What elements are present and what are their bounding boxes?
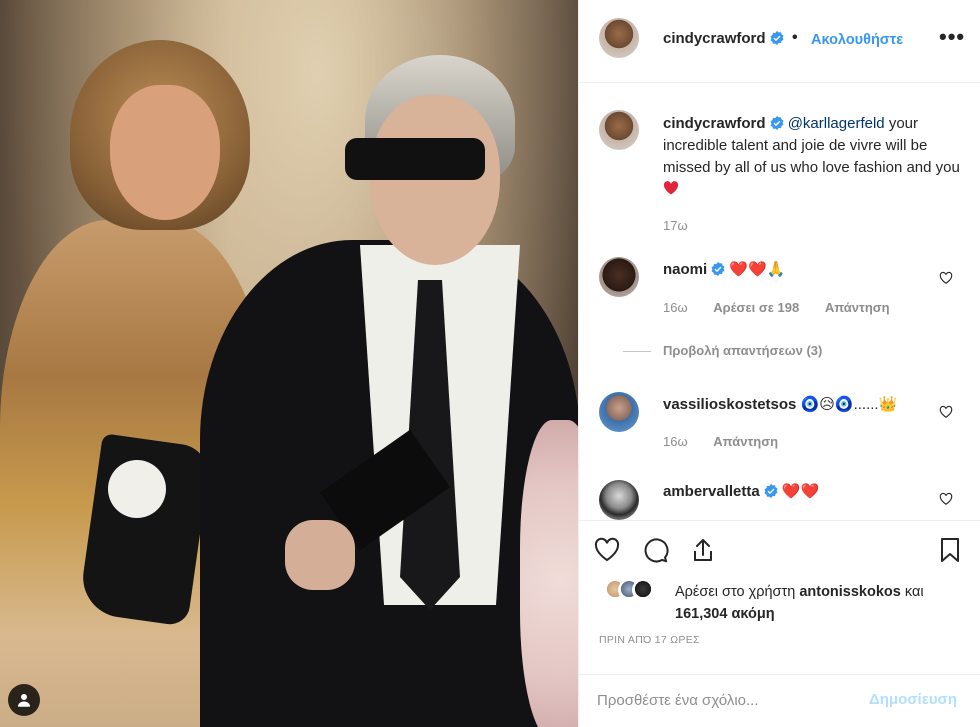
reply-button[interactable]: Απάντηση xyxy=(713,434,778,449)
likes-summary: Αρέσει στο χρήστη antonisskokos και 161,… xyxy=(675,581,975,625)
post-actions: Αρέσει στο χρήστη antonisskokos και 161,… xyxy=(579,520,980,657)
verified-badge-icon xyxy=(770,116,784,130)
like-heart-icon[interactable] xyxy=(593,536,621,564)
comments-list[interactable]: cindycrawford @karllagerfeld your incred… xyxy=(579,84,980,520)
photo-camellia xyxy=(108,460,166,518)
separator-dot: • xyxy=(792,29,798,46)
post-sidebar: cindycrawford • Ακολουθήστε ••• cindycra… xyxy=(578,0,980,727)
comment-likes[interactable]: Αρέσει σε 198 xyxy=(713,300,799,315)
comment-emoji: ❤️❤️🙏 xyxy=(729,261,786,278)
comment-meta: 16ω Απάντηση xyxy=(663,434,800,449)
comment-text: ambervalletta ❤️❤️ xyxy=(663,481,933,503)
view-replies-button[interactable]: Προβολή απαντήσεων (3) xyxy=(622,343,822,358)
like-comment-heart-icon[interactable] xyxy=(939,492,953,506)
likes-count[interactable]: 161,304 ακόμη xyxy=(675,606,775,622)
author-username-row[interactable]: cindycrawford xyxy=(663,30,784,47)
caption-text: cindycrawford @karllagerfeld your incred… xyxy=(663,113,973,201)
comment-avatar[interactable] xyxy=(599,392,639,432)
like-comment-heart-icon[interactable] xyxy=(939,271,953,285)
comment-meta: 16ω Αρέσει σε 198 Απάντηση xyxy=(663,300,912,315)
add-comment-bar: Δημοσίευση xyxy=(579,674,980,727)
verified-badge-icon xyxy=(764,484,778,498)
comment-text: naomi ❤️❤️🙏 xyxy=(663,259,923,281)
photo-woman-face xyxy=(110,85,220,220)
comment-emoji: 🧿😥🧿......👑 xyxy=(800,396,898,413)
caption-username[interactable]: cindycrawford xyxy=(663,115,766,132)
share-icon[interactable] xyxy=(689,536,717,564)
caption-meta: 17ω xyxy=(663,218,710,233)
comment-avatar[interactable] xyxy=(599,257,639,297)
photo-man-face xyxy=(370,95,500,265)
comment-username[interactable]: ambervalletta xyxy=(663,483,760,500)
caption-avatar[interactable] xyxy=(599,110,639,150)
comment-username[interactable]: naomi xyxy=(663,261,707,278)
tagged-users-button[interactable] xyxy=(8,684,40,716)
post-comment-button[interactable]: Δημοσίευση xyxy=(869,691,957,708)
verified-badge-icon xyxy=(770,31,784,45)
like-comment-heart-icon[interactable] xyxy=(939,405,953,419)
comment-avatar[interactable] xyxy=(599,480,639,520)
caption-mention-link[interactable]: @karllagerfeld xyxy=(788,115,885,132)
post-photo[interactable] xyxy=(0,0,578,727)
comment-text: vassilioskostetsos 🧿😥🧿......👑 xyxy=(663,394,933,416)
comment-input[interactable] xyxy=(597,687,857,713)
follow-button[interactable]: Ακολουθήστε xyxy=(811,32,903,48)
photo-pink-fluff xyxy=(520,420,578,727)
comment-emoji: ❤️❤️ xyxy=(781,483,820,500)
comment-username[interactable]: vassilioskostetsos xyxy=(663,396,796,413)
post-timestamp[interactable]: ΠΡΙΝ ΑΠΌ 17 ΩΡΕΣ xyxy=(599,634,700,646)
photo-sunglasses xyxy=(345,138,485,180)
user-tag-icon xyxy=(18,694,30,707)
post-header: cindycrawford • Ακολουθήστε ••• xyxy=(579,0,980,83)
comment-time[interactable]: 16ω xyxy=(663,300,688,315)
verified-badge-icon xyxy=(711,262,725,276)
author-avatar[interactable] xyxy=(599,18,639,58)
reply-button[interactable]: Απάντηση xyxy=(825,300,890,315)
bookmark-icon[interactable] xyxy=(936,536,964,564)
liked-by-avatars[interactable] xyxy=(604,579,664,603)
caption-time[interactable]: 17ω xyxy=(663,218,688,233)
photo-hand xyxy=(285,520,355,590)
liker-avatar xyxy=(632,579,654,601)
comment-bubble-icon[interactable] xyxy=(641,536,669,564)
likes-conj: και xyxy=(904,584,924,600)
likes-prefix: Αρέσει στο χρήστη xyxy=(675,584,796,600)
liker-username[interactable]: antonisskokos xyxy=(799,584,901,600)
red-heart-icon xyxy=(663,181,679,195)
more-options-button[interactable]: ••• xyxy=(939,24,965,50)
author-username[interactable]: cindycrawford xyxy=(663,30,766,47)
comment-time[interactable]: 16ω xyxy=(663,434,688,449)
